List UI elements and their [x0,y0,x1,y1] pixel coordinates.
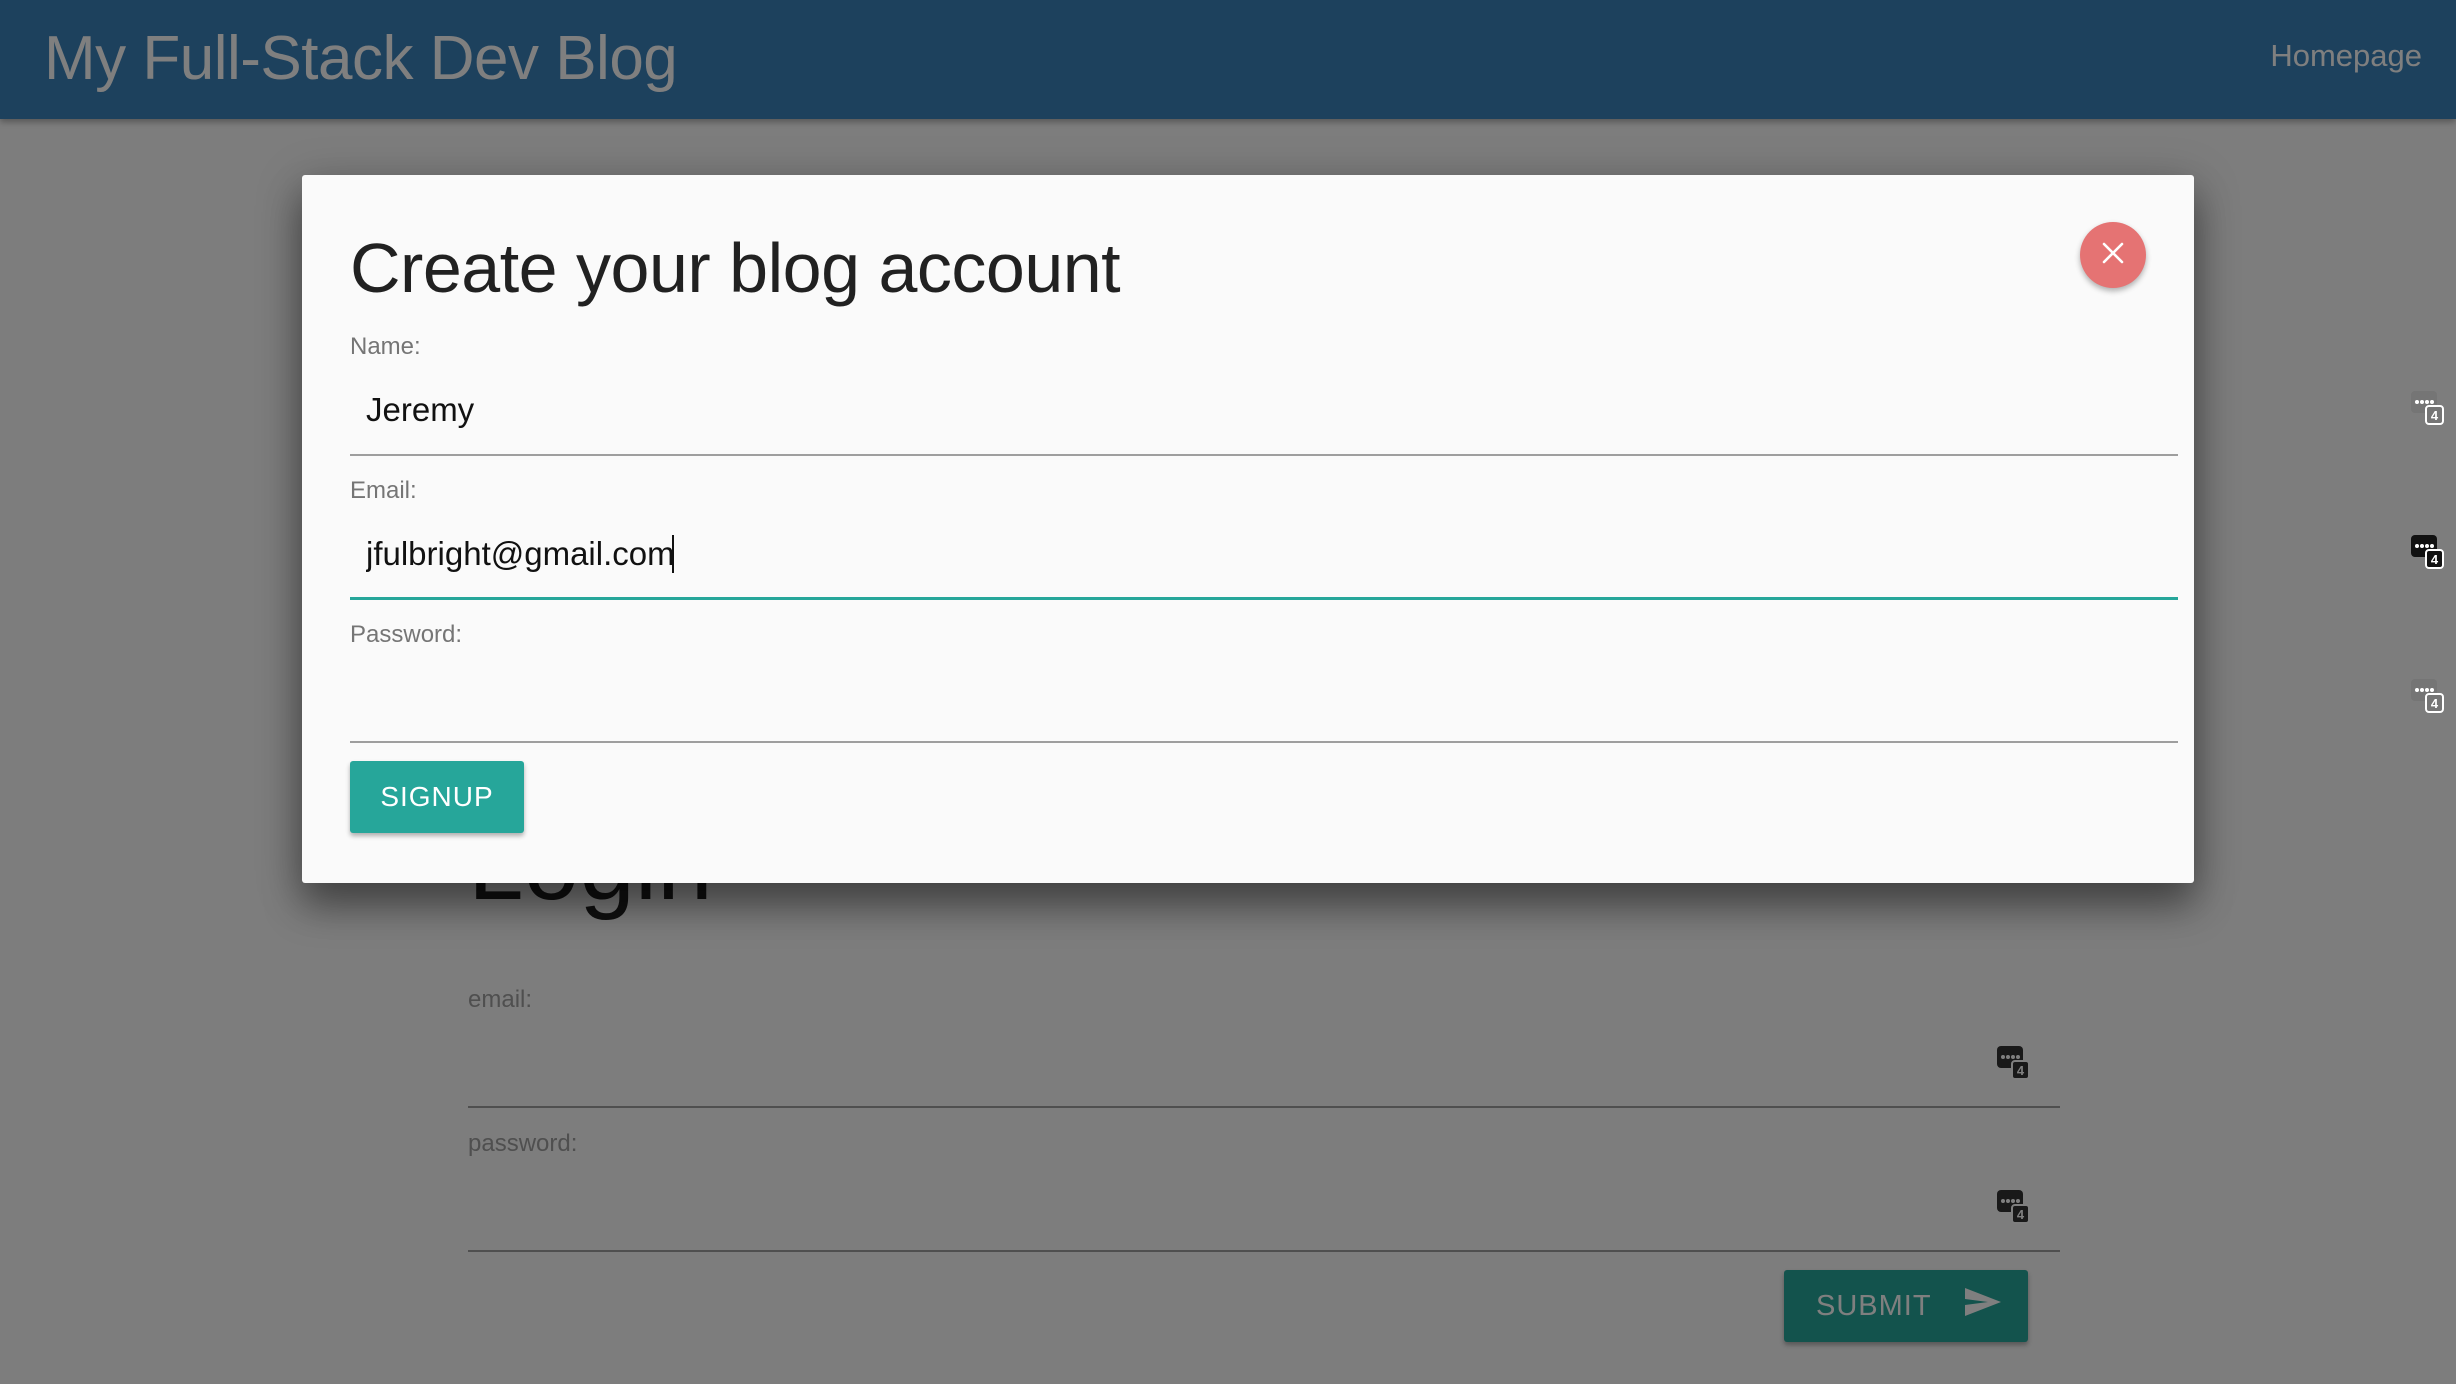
modal-title: Create your blog account [350,229,1121,307]
email-underline [350,597,2178,600]
password-underline [350,741,2178,743]
signup-button[interactable]: SIGNUP [350,761,524,833]
password-label: Password: [350,621,463,648]
svg-text:4: 4 [2431,552,2439,567]
close-icon [2101,241,2125,270]
password-input[interactable] [350,669,2178,727]
name-underline [350,454,2178,456]
password-manager-icon[interactable]: 4 [2410,677,2444,713]
name-input[interactable] [350,381,2178,439]
name-label: Name: [350,333,421,360]
email-label: Email: [350,477,417,504]
signup-modal: Create your blog account Name: 4 Email: … [302,175,2444,883]
password-manager-icon[interactable]: 4 [2410,533,2444,569]
email-input[interactable] [350,525,2178,583]
password-manager-icon[interactable]: 4 [2410,389,2444,425]
svg-text:4: 4 [2431,408,2439,423]
svg-text:4: 4 [2431,696,2439,711]
text-caret [672,535,674,573]
close-button[interactable] [2080,222,2146,288]
